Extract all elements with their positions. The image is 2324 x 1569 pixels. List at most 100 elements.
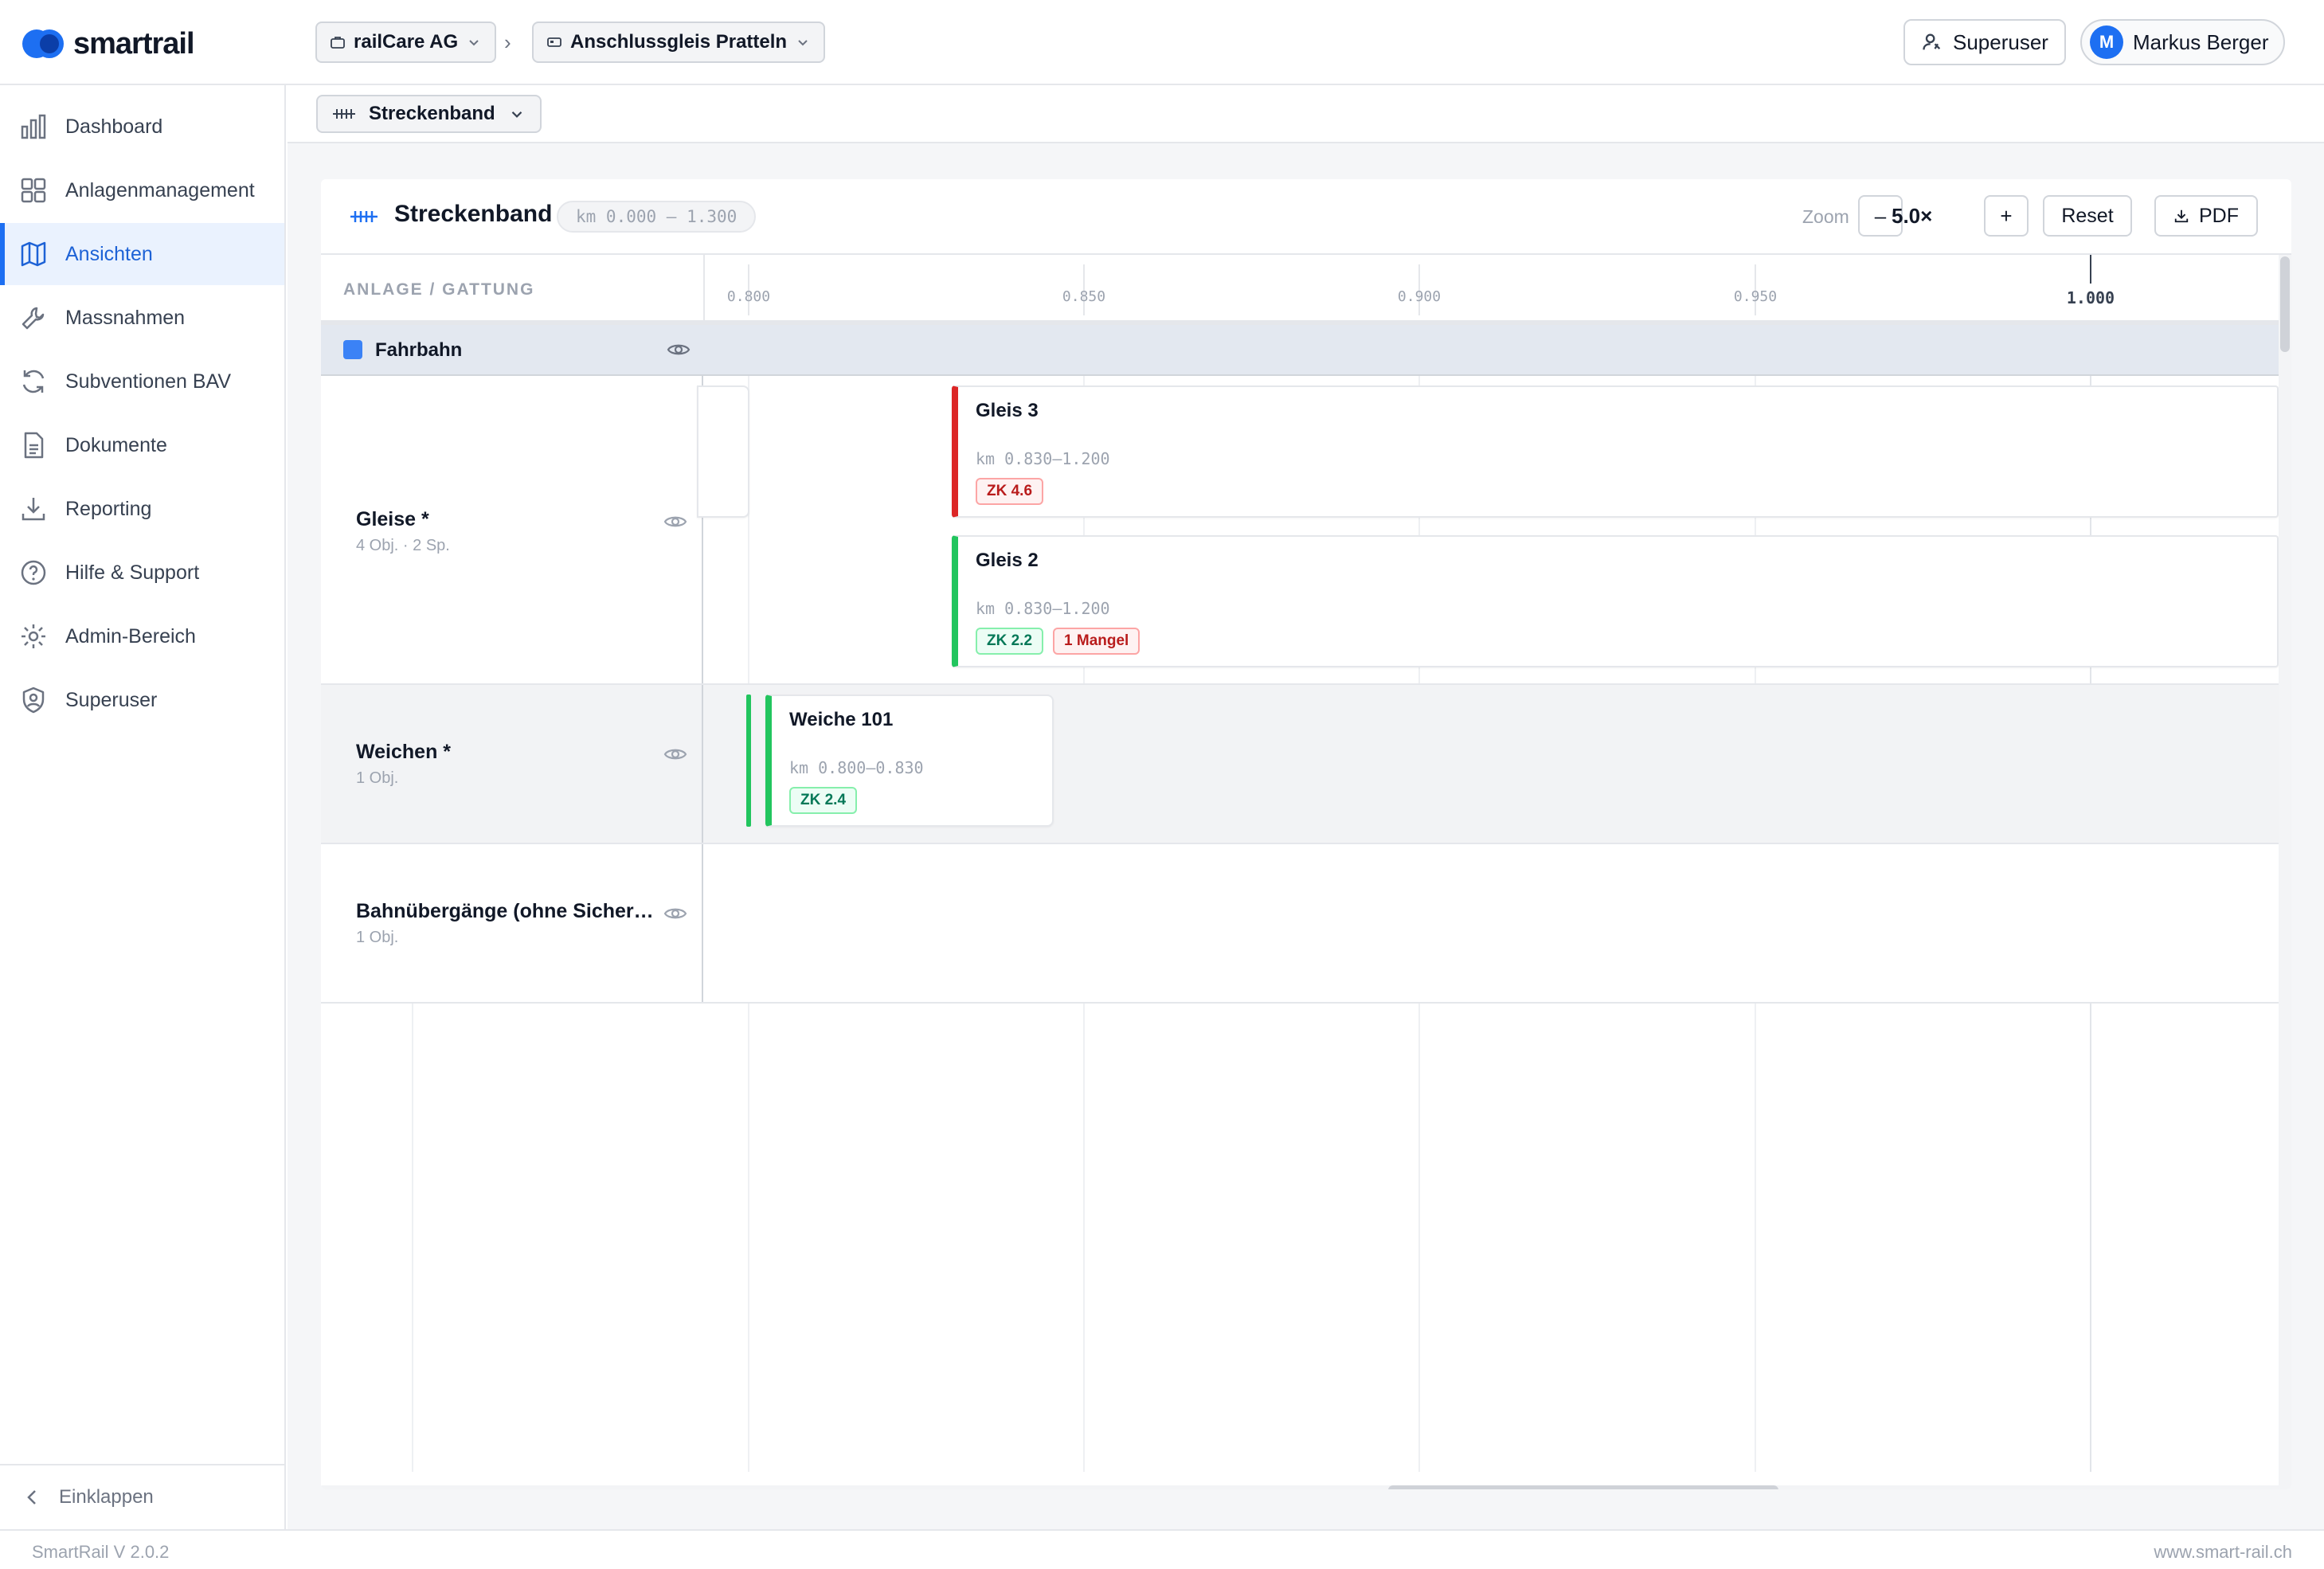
sidebar-item-anlagenmanagement[interactable]: Anlagenmanagement bbox=[0, 159, 284, 221]
main-content: Streckenband km 0.000 – 1.300 Zoom – 5.0… bbox=[288, 143, 2324, 1529]
sidebar-item-subventionen[interactable]: Subventionen BAV bbox=[0, 350, 284, 413]
eye-icon[interactable] bbox=[663, 902, 687, 925]
shield-user-icon bbox=[22, 687, 45, 714]
zoom-label: Zoom bbox=[1802, 206, 1849, 227]
category-label-cell: Gleise * 4 Obj. · 2 Sp. bbox=[321, 376, 703, 683]
km-axis: ANLAGE / GATTUNG 0.800 0.850 0.900 0.950… bbox=[321, 255, 2291, 325]
sidebar-item-superuser[interactable]: Superuser bbox=[0, 669, 284, 731]
website-link[interactable]: www.smart-rail.ch bbox=[2154, 1542, 2292, 1563]
chevron-down-icon bbox=[511, 112, 522, 118]
major-tick-label: 1.000 bbox=[2066, 288, 2115, 307]
vertical-scrollbar[interactable] bbox=[2279, 255, 2291, 1489]
panel-title: Streckenband bbox=[394, 201, 553, 227]
chevron-down-icon bbox=[469, 40, 479, 46]
sidebar-item-dokumente[interactable]: Dokumente bbox=[0, 414, 284, 476]
sidebar-item-label: Subventionen BAV bbox=[65, 370, 232, 393]
streckenband-panel: Streckenband km 0.000 – 1.300 Zoom – 5.0… bbox=[321, 179, 2291, 1489]
major-tick-mark bbox=[2090, 255, 2091, 284]
sidebar-item-label: Admin-Bereich bbox=[65, 624, 196, 648]
track-icon bbox=[350, 211, 378, 222]
track-card-icon bbox=[547, 37, 561, 47]
object-km-range: km 0.830–1.200 bbox=[976, 449, 1110, 468]
pdf-button[interactable]: PDF bbox=[2154, 195, 2258, 237]
sidebar-item-label: Anlagenmanagement bbox=[65, 178, 255, 202]
refresh-icon bbox=[22, 370, 45, 393]
category-subtitle: 4 Obj. · 2 Sp. bbox=[356, 537, 450, 554]
sidebar-item-massnahmen[interactable]: Massnahmen bbox=[0, 287, 284, 349]
category-title: Gleise * bbox=[356, 508, 429, 530]
user-menu[interactable]: M Markus Berger bbox=[2080, 19, 2285, 65]
sidebar-item-reporting[interactable]: Reporting bbox=[0, 478, 284, 540]
track-object-gleis-3[interactable]: Gleis 3 km 0.830–1.200 ZK 4.6 bbox=[952, 385, 2279, 518]
sidebar-item-label: Reporting bbox=[65, 497, 152, 520]
footer: SmartRail V 2.0.2 www.smart-rail.ch bbox=[0, 1529, 2324, 1569]
sidebar-item-label: Dokumente bbox=[65, 433, 167, 456]
download-icon bbox=[2174, 209, 2189, 223]
map-icon bbox=[21, 241, 46, 267]
breadcrumb-chevron-icon: › bbox=[504, 30, 511, 54]
object-km-range: km 0.830–1.200 bbox=[976, 599, 1110, 618]
logo[interactable]: smartrail bbox=[22, 25, 195, 62]
reset-button[interactable]: Reset bbox=[2043, 195, 2132, 237]
group-color-swatch bbox=[343, 340, 362, 359]
eye-icon[interactable] bbox=[663, 510, 687, 534]
condition-badge: ZK 4.6 bbox=[976, 478, 1044, 505]
user-name: Markus Berger bbox=[2133, 29, 2269, 54]
category-subtitle: 1 Obj. bbox=[356, 929, 399, 946]
condition-badge: ZK 2.2 bbox=[976, 628, 1044, 655]
eye-icon[interactable] bbox=[663, 742, 687, 766]
superuser-button[interactable]: Superuser bbox=[1903, 19, 2066, 65]
km-range-badge: km 0.000 – 1.300 bbox=[557, 201, 757, 233]
app-version: SmartRail V 2.0.2 bbox=[32, 1542, 170, 1562]
panel-header: Streckenband km 0.000 – 1.300 Zoom – 5.0… bbox=[321, 179, 2291, 255]
eye-icon[interactable] bbox=[667, 338, 691, 362]
tick-label: 0.950 bbox=[1733, 288, 1778, 305]
org-selector[interactable]: railCare AG bbox=[315, 22, 497, 63]
group-title: Fahrbahn bbox=[375, 339, 463, 361]
category-subtitle: 1 Obj. bbox=[356, 769, 399, 787]
category-label-cell: Bahnübergänge (ohne Sicher… 1 Obj. bbox=[321, 844, 703, 1002]
axis-header-label: ANLAGE / GATTUNG bbox=[343, 280, 535, 299]
track-object-partial[interactable] bbox=[697, 385, 749, 518]
sidebar-item-hilfe[interactable]: Hilfe & Support bbox=[0, 542, 284, 604]
collapse-sidebar-button[interactable]: Einklappen bbox=[0, 1464, 284, 1529]
sidebar-item-dashboard[interactable]: Dashboard bbox=[0, 96, 284, 158]
tick-label: 0.850 bbox=[1062, 288, 1106, 305]
vertical-scroll-thumb[interactable] bbox=[2280, 256, 2290, 352]
help-circle-icon bbox=[21, 560, 46, 585]
chevron-down-icon bbox=[798, 40, 808, 46]
category-row-bahnuebergaenge: Bahnübergänge (ohne Sicher… 1 Obj. bbox=[321, 844, 2279, 1004]
category-row-weichen: Weichen * 1 Obj. Weiche 101 km 0.800–0.8… bbox=[321, 685, 2279, 844]
logo-text: smartrail bbox=[73, 26, 195, 61]
reset-label: Reset bbox=[2061, 204, 2114, 227]
bar-chart-icon bbox=[21, 114, 46, 139]
view-selector[interactable]: Streckenband bbox=[316, 95, 542, 133]
horizontal-scroll-thumb[interactable] bbox=[1388, 1485, 1778, 1489]
defect-badge: 1 Mangel bbox=[1053, 628, 1140, 655]
zoom-in-button[interactable]: + bbox=[1984, 195, 2029, 237]
sub-header: Streckenband bbox=[288, 85, 2324, 143]
view-name: Streckenband bbox=[369, 103, 495, 124]
category-title: Bahnübergänge (ohne Sicher… bbox=[356, 900, 654, 922]
site-selector[interactable]: Anschlussgleis Pratteln bbox=[532, 22, 826, 63]
org-name: railCare AG bbox=[354, 31, 459, 53]
horizontal-scrollbar[interactable] bbox=[321, 1485, 2279, 1489]
sidebar-item-ansichten[interactable]: Ansichten bbox=[0, 223, 284, 285]
track-object-gleis-2[interactable]: Gleis 2 km 0.830–1.200 ZK 2.2 1 Mangel bbox=[952, 535, 2279, 667]
category-title: Weichen * bbox=[356, 741, 452, 763]
object-title: Weiche 101 bbox=[789, 709, 894, 730]
sidebar-item-label: Ansichten bbox=[65, 242, 153, 265]
object-km-range: km 0.800–0.830 bbox=[789, 758, 924, 777]
switch-object-weiche-101[interactable]: Weiche 101 km 0.800–0.830 ZK 2.4 bbox=[765, 695, 1054, 827]
site-name: Anschlussgleis Pratteln bbox=[570, 31, 788, 53]
group-row-fahrbahn[interactable]: Fahrbahn bbox=[321, 325, 2279, 376]
category-row-gleise: Gleise * 4 Obj. · 2 Sp. Gleis 3 km 0.830… bbox=[321, 376, 2279, 685]
document-icon bbox=[24, 432, 44, 459]
sidebar-item-label: Dashboard bbox=[65, 115, 163, 138]
wrench-icon bbox=[22, 307, 45, 330]
sidebar-item-admin[interactable]: Admin-Bereich bbox=[0, 605, 284, 667]
avatar: M bbox=[2090, 25, 2123, 59]
sidebar-item-label: Massnahmen bbox=[65, 306, 186, 329]
object-title: Gleis 3 bbox=[976, 400, 1039, 421]
zoom-value: 5.0× bbox=[1892, 204, 1933, 228]
